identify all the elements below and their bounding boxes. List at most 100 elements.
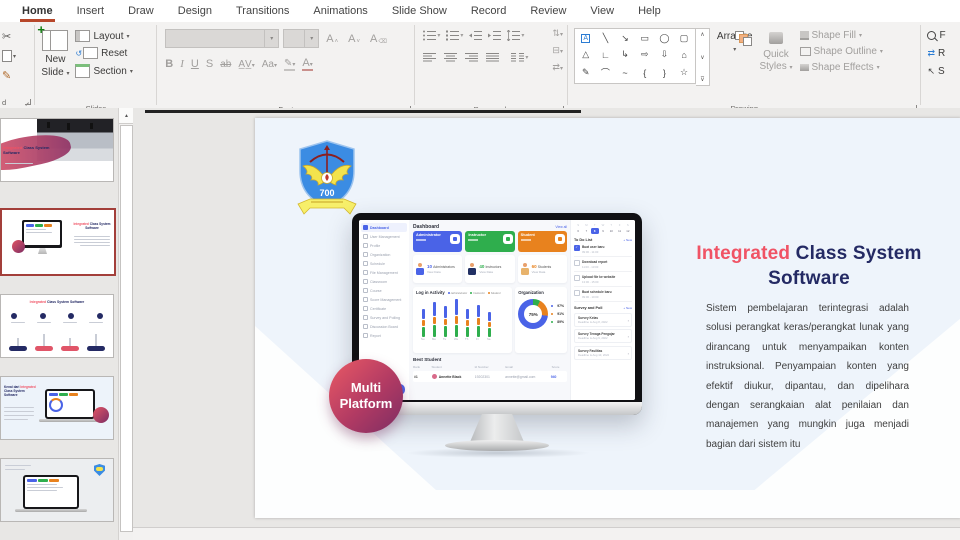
section-icon <box>75 64 91 78</box>
slide-thumbnail-3[interactable]: Integrated Class System Software <box>0 294 114 358</box>
highlight-color-button[interactable]: ✎▾ <box>283 58 296 71</box>
previous-slide-edge <box>145 110 581 113</box>
bold-button[interactable]: B <box>165 58 173 70</box>
tab-draw[interactable]: Draw <box>116 0 166 22</box>
font-color-button[interactable]: A▾ <box>302 57 313 71</box>
font-size-select[interactable]: ▾ <box>283 29 320 48</box>
slide-thumbnail-5[interactable] <box>0 458 114 522</box>
increase-font-size-button[interactable]: A ˄ <box>323 33 341 45</box>
tab-help[interactable]: Help <box>626 0 673 22</box>
slide-thumbnail-4[interactable]: Kenal dari Integrated Class System Softw… <box>0 376 114 440</box>
format-painter-icon[interactable]: ✎ <box>2 69 34 82</box>
tab-home[interactable]: Home <box>10 0 65 22</box>
group-clipboard: ✂ ▾ ✎ d <box>0 22 34 108</box>
quick-styles-icon <box>769 32 783 44</box>
stat-card-administrators: 10 Administrators View Data <box>413 255 463 283</box>
shape-effects-button[interactable]: Shape Effects ▾ <box>799 62 883 73</box>
clipboard-dialog-launcher[interactable] <box>25 99 32 105</box>
replace-button[interactable]: ⇄ R <box>927 48 960 59</box>
shape-outline-button[interactable]: Shape Outline ▾ <box>799 46 883 57</box>
stacked-bars <box>422 299 507 337</box>
ribbon-tab-bar: Home Insert Draw Design Transitions Anim… <box>0 0 960 22</box>
character-spacing-button[interactable]: A̲V̲▾ <box>238 59 254 70</box>
tab-animations[interactable]: Animations <box>301 0 379 22</box>
role-card-administrator: Administrator <box>413 231 463 252</box>
slide-canvas[interactable]: 700 Dashboard User Management Profile Or… <box>255 118 960 518</box>
align-left-button[interactable] <box>421 51 438 64</box>
copy-icon[interactable]: ▾ <box>2 50 34 62</box>
stat-card-instructors: 40 Instructors View Data <box>465 255 515 283</box>
monitor-stand-base <box>445 440 549 451</box>
layout-icon <box>75 30 91 42</box>
decrease-indent-button[interactable] <box>467 29 484 42</box>
todo-item: Download report 11:00 - 13:00 <box>574 257 632 272</box>
dashboard-screenshot: Dashboard User Management Profile Organi… <box>359 220 635 400</box>
shape-fill-button[interactable]: Shape Fill ▾ <box>799 30 883 41</box>
tab-slide-show[interactable]: Slide Show <box>380 0 459 22</box>
slide-thumbnail-2-selected[interactable]: Integrated Class System Software <box>0 208 116 276</box>
status-strip <box>133 527 960 540</box>
select-button[interactable]: ↖ S <box>927 66 960 77</box>
tab-insert[interactable]: Insert <box>65 0 117 22</box>
shapes-gallery-scroll[interactable]: ∧ ∨ ⊽ <box>695 28 710 86</box>
new-slide-button[interactable]: New Slide ▾ <box>37 22 69 114</box>
align-center-button[interactable] <box>442 51 459 64</box>
slide-body-text[interactable]: Sistem pembelajaran terintegrasi adalah … <box>706 299 909 454</box>
tab-record[interactable]: Record <box>459 0 518 22</box>
dashboard-main: Dashboard View all Administrator Instruc… <box>409 220 570 400</box>
shapes-gallery[interactable]: A ╲ ↘ ▭ ◯ ▢ △ ∟ ↳ ⇨ ⇩ ⌂ ✎ ⌒ ~{} ☆ <box>573 28 696 84</box>
survey-item: Survey Tenaga Pengajar Deadline is Aug 9… <box>574 329 632 343</box>
stat-card-students: 60 Students View Data <box>517 255 567 283</box>
justify-button[interactable] <box>484 51 501 64</box>
dash-nav-item: Certificate <box>361 304 407 313</box>
clear-formatting-button[interactable]: A ⌫ <box>367 33 390 45</box>
reset-button[interactable]: ↺ Reset <box>75 47 132 59</box>
cut-icon[interactable]: ✂ <box>2 30 34 43</box>
slide-thumbnail-1[interactable]: Integrated Class System Software <box>0 118 114 182</box>
squadron-logo[interactable]: 700 <box>295 138 359 220</box>
shape-outline-icon <box>799 47 811 56</box>
find-button[interactable]: F <box>927 30 960 41</box>
dash-nav-item: Schedule <box>361 259 407 268</box>
todo-item: Upload file ke website 13:00 - 15:00 <box>574 272 632 287</box>
numbering-button[interactable]: ▾ <box>444 29 465 42</box>
reset-icon: ↺ <box>75 48 83 58</box>
scrollbar-up-arrow[interactable]: ▲ <box>119 108 134 124</box>
multi-platform-badge[interactable]: Multi Platform <box>329 359 403 433</box>
underline-button[interactable]: U <box>191 58 199 70</box>
quick-styles-button[interactable]: Quick Styles ▾ <box>759 28 793 114</box>
todo-item: Buat user baru09:00 - 11:00 <box>574 242 632 257</box>
dash-nav-item: Dashboard <box>361 223 407 232</box>
text-direction-button[interactable]: ⇅▾ <box>552 28 563 39</box>
slide-title[interactable]: Integrated Class System Software <box>683 242 935 291</box>
layout-button[interactable]: Layout ▾ <box>75 30 132 42</box>
monitor-stand-neck <box>470 414 524 442</box>
scrollbar-thumb[interactable] <box>120 125 133 532</box>
group-paragraph: ▾ ▾ ▾ ▾ ⇅▾ ⊟▾ ⇄▾ <box>415 22 567 115</box>
strikethrough-button[interactable]: ab <box>220 59 231 70</box>
dash-nav-item: Survey and Polling <box>361 313 407 322</box>
arrange-button[interactable]: Arrange▾ <box>717 28 752 114</box>
section-button[interactable]: Section ▾ <box>75 64 133 78</box>
dash-nav-item: Score Management <box>361 295 407 304</box>
font-name-select[interactable]: ▾ <box>165 29 280 48</box>
tab-design[interactable]: Design <box>166 0 224 22</box>
italic-button[interactable]: I <box>180 58 184 70</box>
text-shadow-button[interactable]: S <box>206 58 213 70</box>
tab-view[interactable]: View <box>578 0 626 22</box>
change-case-button[interactable]: Aa▾ <box>262 59 277 70</box>
convert-smartart-button[interactable]: ⇄▾ <box>552 62 563 73</box>
increase-indent-button[interactable] <box>486 29 503 42</box>
logo-number: 700 <box>319 188 334 198</box>
decrease-font-size-button[interactable]: A ˅ <box>345 33 363 45</box>
shape-fill-icon <box>799 31 809 40</box>
bullets-button[interactable]: ▾ <box>421 29 442 42</box>
tab-review[interactable]: Review <box>518 0 578 22</box>
tab-transitions[interactable]: Transitions <box>224 0 301 22</box>
replace-icon: ⇄ <box>927 48 935 58</box>
align-text-button[interactable]: ⊟▾ <box>552 45 563 56</box>
columns-button[interactable]: ▾ <box>509 51 530 64</box>
mini-calendar: SM TW TF S 67 89 10 11 12 <box>577 223 630 234</box>
line-spacing-button[interactable]: ▾ <box>505 29 526 42</box>
align-right-button[interactable] <box>463 51 480 64</box>
